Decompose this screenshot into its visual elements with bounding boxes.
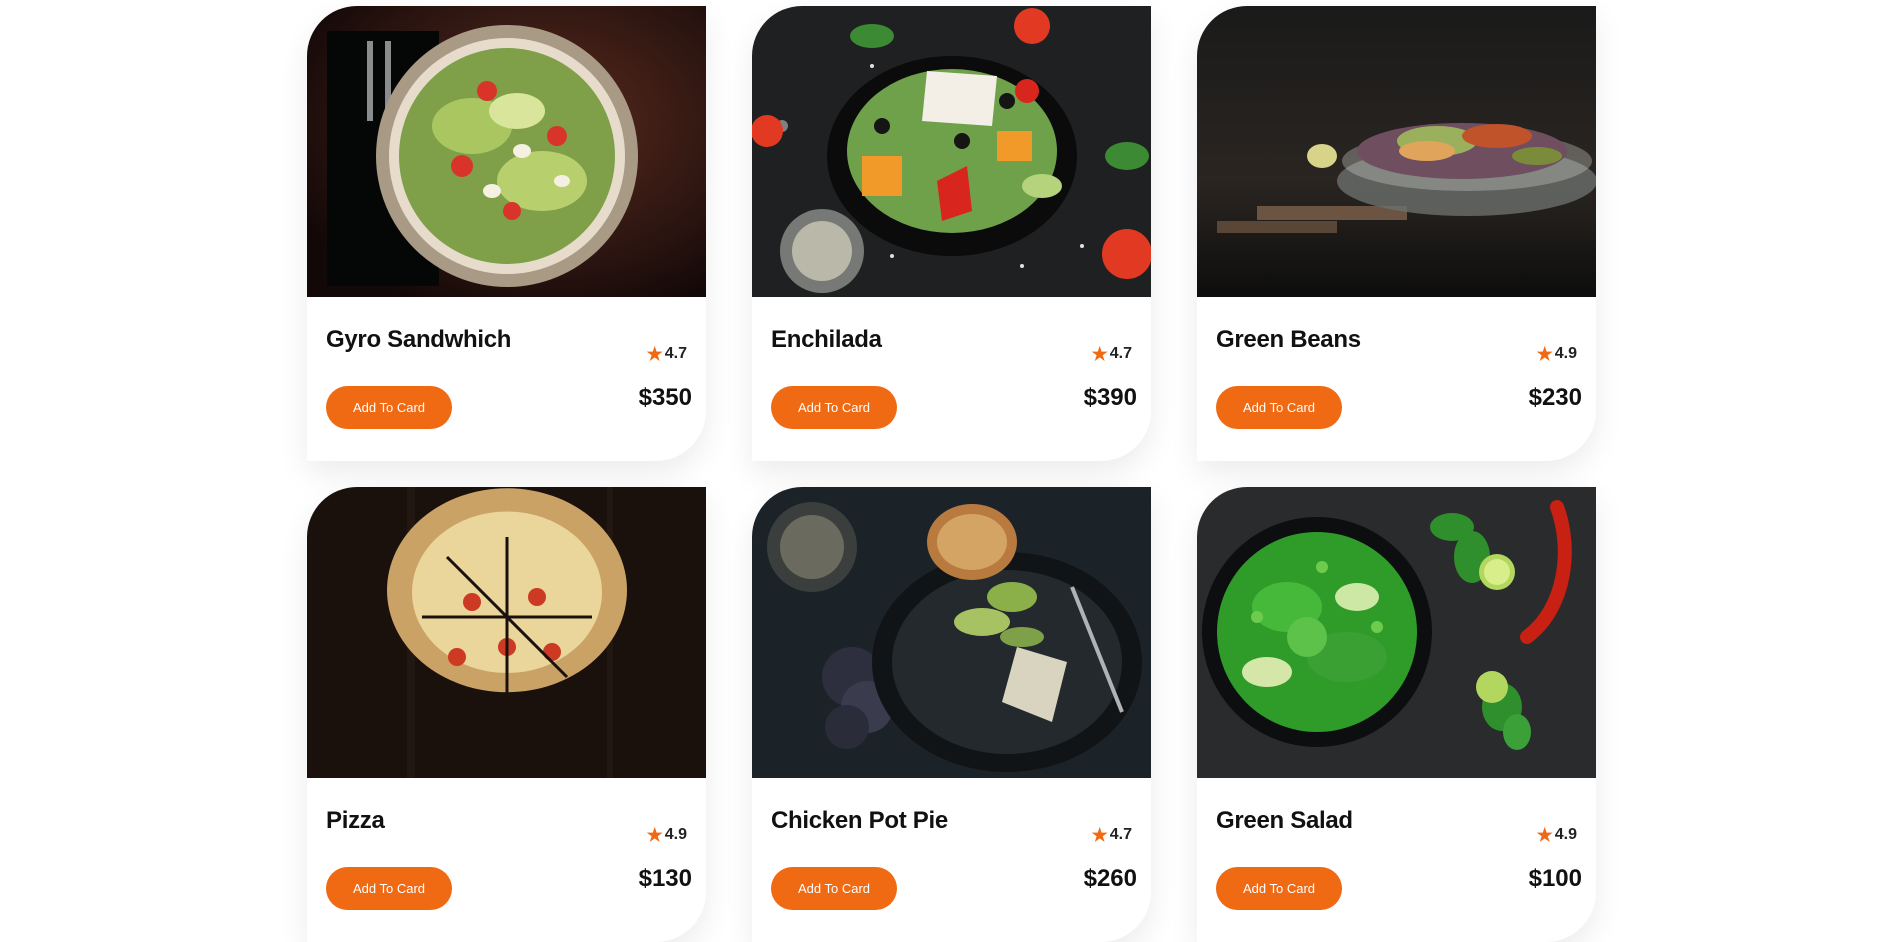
greek-salad-bowl-photo [752, 6, 1151, 297]
star-icon: ★ [1091, 344, 1108, 364]
menu-card: Green Salad ★ 4.9 Add To Card $100 [1197, 487, 1596, 942]
star-icon: ★ [646, 825, 663, 845]
add-to-card-button[interactable]: Add To Card [771, 867, 897, 910]
pizza-on-wood-photo [307, 487, 706, 778]
rating: ★ 4.9 [1537, 826, 1577, 844]
rating-value: 4.9 [664, 826, 687, 843]
star-icon: ★ [1536, 344, 1553, 364]
card-info: Pizza ★ 4.9 Add To Card $130 [307, 778, 706, 942]
dish-price: $260 [1083, 865, 1137, 892]
rating: ★ 4.7 [647, 345, 687, 363]
dish-price: $100 [1528, 865, 1582, 892]
rating: ★ 4.9 [647, 826, 687, 844]
dish-name: Gyro Sandwhich [326, 326, 512, 353]
mixed-salad-glass-bowl-photo [1197, 6, 1596, 297]
add-to-card-button[interactable]: Add To Card [326, 386, 452, 429]
card-info: Enchilada ★ 4.7 Add To Card $390 [752, 297, 1151, 461]
rating: ★ 4.9 [1537, 345, 1577, 363]
dish-price: $130 [638, 865, 692, 892]
add-to-card-button[interactable]: Add To Card [771, 386, 897, 429]
add-to-card-button[interactable]: Add To Card [1216, 386, 1342, 429]
green-salad-bowl-photo [1197, 487, 1596, 778]
star-icon: ★ [646, 344, 663, 364]
rating-value: 4.7 [664, 345, 687, 362]
add-to-card-button[interactable]: Add To Card [326, 867, 452, 910]
rating: ★ 4.7 [1092, 345, 1132, 363]
chicken-avocado-plate-photo [752, 487, 1151, 778]
menu-grid: Gyro Sandwhich ★ 4.7 Add To Card $350 En… [307, 6, 1598, 942]
card-info: Gyro Sandwhich ★ 4.7 Add To Card $350 [307, 297, 706, 461]
dish-name: Green Beans [1216, 326, 1361, 353]
caesar-salad-plate-photo [307, 6, 706, 297]
menu-card: Chicken Pot Pie ★ 4.7 Add To Card $260 [752, 487, 1151, 942]
star-icon: ★ [1091, 825, 1108, 845]
card-info: Green Beans ★ 4.9 Add To Card $230 [1197, 297, 1596, 461]
menu-card: Gyro Sandwhich ★ 4.7 Add To Card $350 [307, 6, 706, 461]
dish-name: Pizza [326, 807, 385, 834]
add-to-card-button[interactable]: Add To Card [1216, 867, 1342, 910]
dish-name: Green Salad [1216, 807, 1353, 834]
menu-card: Enchilada ★ 4.7 Add To Card $390 [752, 6, 1151, 461]
dish-name: Enchilada [771, 326, 882, 353]
star-icon: ★ [1536, 825, 1553, 845]
menu-card: Pizza ★ 4.9 Add To Card $130 [307, 487, 706, 942]
dish-price: $390 [1083, 384, 1137, 411]
rating-value: 4.7 [1109, 345, 1132, 362]
rating: ★ 4.7 [1092, 826, 1132, 844]
menu-card: Green Beans ★ 4.9 Add To Card $230 [1197, 6, 1596, 461]
rating-value: 4.9 [1554, 345, 1577, 362]
card-info: Green Salad ★ 4.9 Add To Card $100 [1197, 778, 1596, 942]
dish-price: $350 [638, 384, 692, 411]
rating-value: 4.9 [1554, 826, 1577, 843]
card-info: Chicken Pot Pie ★ 4.7 Add To Card $260 [752, 778, 1151, 942]
rating-value: 4.7 [1109, 826, 1132, 843]
dish-price: $230 [1528, 384, 1582, 411]
dish-name: Chicken Pot Pie [771, 807, 948, 834]
